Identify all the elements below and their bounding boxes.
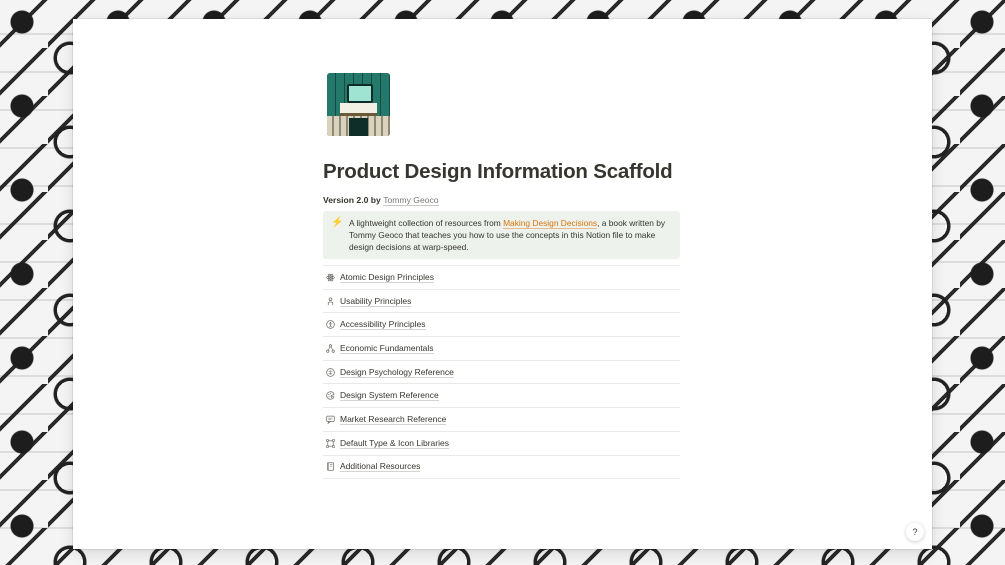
lightning-icon: ⚡ <box>331 217 344 228</box>
version-line: Version 2.0 by Tommy Geoco <box>323 195 680 206</box>
version-label: Version 2.0 by <box>323 195 384 205</box>
list-item-label: Design System Reference <box>340 390 439 402</box>
page-icon[interactable] <box>327 73 390 136</box>
list-item-label: Additional Resources <box>340 461 421 473</box>
page-content: Product Design Information Scaffold Vers… <box>323 73 680 480</box>
list-item-accessibility[interactable]: Accessibility Principles <box>323 313 680 338</box>
intro-callout: ⚡ A lightweight collection of resources … <box>323 211 680 259</box>
list-item-label: Design Psychology Reference <box>340 366 454 378</box>
list-item-design-system[interactable]: Design System Reference <box>323 384 680 409</box>
accessibility-icon <box>326 320 335 329</box>
page-title[interactable]: Product Design Information Scaffold <box>323 160 680 184</box>
book-icon <box>326 462 335 471</box>
atom-icon <box>326 273 335 282</box>
list-item-label: Market Research Reference <box>340 413 447 425</box>
list-item-label: Atomic Design Principles <box>340 271 435 283</box>
icon-open-book <box>340 103 377 116</box>
list-item-atomic-design[interactable]: Atomic Design Principles <box>323 266 680 290</box>
list-item-type-icon-libraries[interactable]: Default Type & Icon Libraries <box>323 432 680 456</box>
resource-list: Atomic Design Principles Usability Princ… <box>323 265 680 480</box>
icon-screen <box>347 84 373 103</box>
notion-page: Product Design Information Scaffold Vers… <box>73 19 932 549</box>
help-button[interactable]: ? <box>906 523 924 541</box>
icon-desk <box>349 118 368 136</box>
list-item-design-psychology[interactable]: Design Psychology Reference <box>323 361 680 385</box>
person-icon <box>326 296 335 306</box>
list-item-label: Usability Principles <box>340 295 412 307</box>
list-item-additional-resources[interactable]: Additional Resources <box>323 456 680 480</box>
list-item-label: Economic Fundamentals <box>340 342 434 354</box>
chat-icon <box>326 415 335 424</box>
brain-icon <box>326 367 335 377</box>
palette-icon <box>326 391 335 400</box>
callout-text: A lightweight collection of resources fr… <box>349 217 670 253</box>
callout-text-before: A lightweight collection of resources fr… <box>349 218 504 228</box>
list-item-label: Accessibility Principles <box>340 319 426 331</box>
list-item-market-research[interactable]: Market Research Reference <box>323 408 680 432</box>
list-item-usability[interactable]: Usability Principles <box>323 290 680 314</box>
frame-icon <box>326 438 335 448</box>
network-icon <box>326 344 335 353</box>
author-link[interactable]: Tommy Geoco <box>383 195 439 206</box>
list-item-label: Default Type & Icon Libraries <box>340 437 449 449</box>
list-item-economic[interactable]: Economic Fundamentals <box>323 337 680 361</box>
book-link[interactable]: Making Design Decisions <box>503 218 598 229</box>
